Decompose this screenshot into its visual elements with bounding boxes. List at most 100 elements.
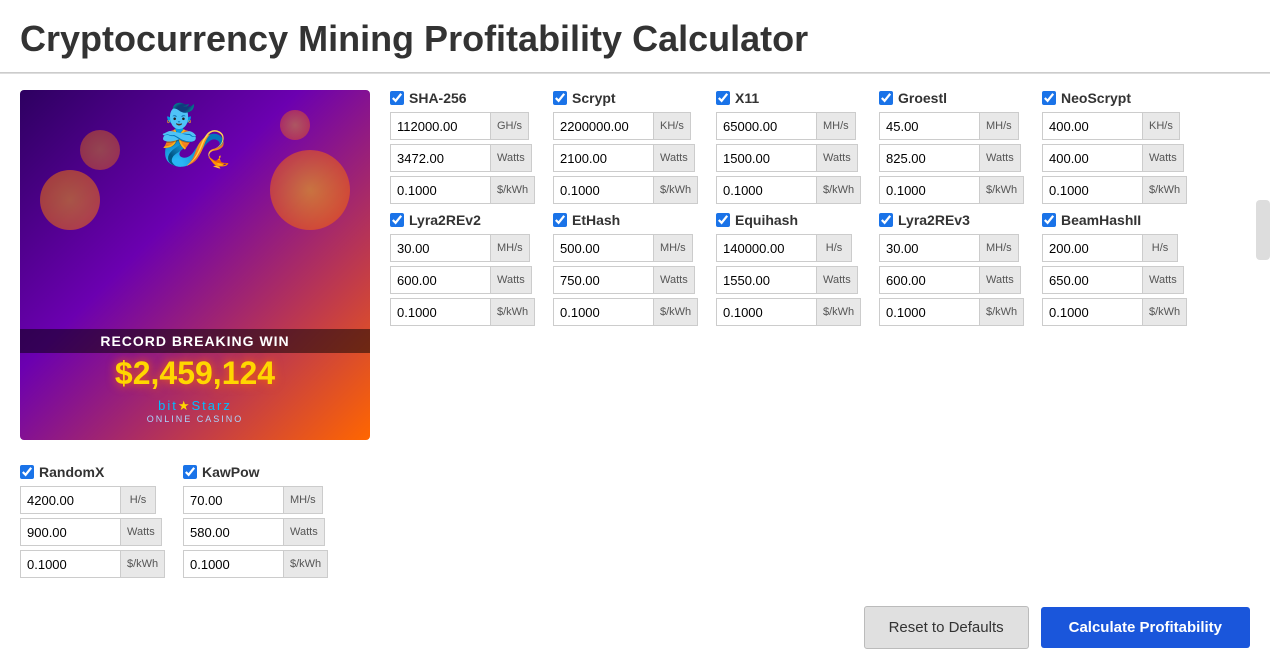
algo-checkbox-equihash[interactable]	[716, 213, 730, 227]
power-row-kawpow: Watts	[183, 518, 338, 546]
algo-checkbox-randomx[interactable]	[20, 465, 34, 479]
cost-input-neoscrypt[interactable]	[1042, 176, 1142, 204]
algo-name-sha256: SHA-256	[409, 90, 467, 106]
scrollbar[interactable]	[1256, 200, 1270, 260]
ad-banner[interactable]: 🧞 RECORD BREAKING WIN $2,459,124 bit★Sta…	[20, 90, 370, 440]
cost-input-randomx[interactable]	[20, 550, 120, 578]
cost-unit-groestl: $/kWh	[979, 176, 1024, 204]
algo-card-randomx: RandomXH/sWatts$/kWh	[20, 464, 175, 578]
cost-row-ethash: $/kWh	[553, 298, 708, 326]
ad-logo-suffix: Starz	[192, 398, 232, 413]
cost-input-sha256[interactable]	[390, 176, 490, 204]
hashrate-row-neoscrypt: KH/s	[1042, 112, 1197, 140]
cost-unit-ethash: $/kWh	[653, 298, 698, 326]
cost-input-equihash[interactable]	[716, 298, 816, 326]
cost-input-x11[interactable]	[716, 176, 816, 204]
cost-row-neoscrypt: $/kWh	[1042, 176, 1197, 204]
algo-header-randomx: RandomX	[20, 464, 175, 480]
algo-checkbox-sha256[interactable]	[390, 91, 404, 105]
power-input-sha256[interactable]	[390, 144, 490, 172]
power-row-ethash: Watts	[553, 266, 708, 294]
ad-logo-prefix: bit	[158, 398, 178, 413]
hashrate-unit-lyra2rev3: MH/s	[979, 234, 1019, 262]
calculate-button[interactable]: Calculate Profitability	[1041, 607, 1250, 648]
algo-name-scrypt: Scrypt	[572, 90, 616, 106]
hashrate-input-sha256[interactable]	[390, 112, 490, 140]
cost-input-beamhashii[interactable]	[1042, 298, 1142, 326]
algo-name-x11: X11	[735, 90, 759, 106]
power-input-equihash[interactable]	[716, 266, 816, 294]
algo-checkbox-scrypt[interactable]	[553, 91, 567, 105]
algo-header-x11: X11	[716, 90, 871, 106]
cost-input-kawpow[interactable]	[183, 550, 283, 578]
power-input-neoscrypt[interactable]	[1042, 144, 1142, 172]
cost-row-lyra2rev2: $/kWh	[390, 298, 545, 326]
ad-logo: bit★Starz	[158, 398, 232, 414]
algo-checkbox-beamhashii[interactable]	[1042, 213, 1056, 227]
power-unit-sha256: Watts	[490, 144, 532, 172]
algo-checkbox-x11[interactable]	[716, 91, 730, 105]
algo-name-beamhashii: BeamHashII	[1061, 212, 1141, 228]
power-row-scrypt: Watts	[553, 144, 708, 172]
hashrate-input-ethash[interactable]	[553, 234, 653, 262]
hashrate-input-randomx[interactable]	[20, 486, 120, 514]
cost-input-groestl[interactable]	[879, 176, 979, 204]
power-unit-kawpow: Watts	[283, 518, 325, 546]
algo-checkbox-groestl[interactable]	[879, 91, 893, 105]
power-row-sha256: Watts	[390, 144, 545, 172]
algorithms-grid: SHA-256 GH/s Watts $/kWh Scrypt KH/s Watts $/kW…	[390, 90, 1250, 578]
hashrate-input-scrypt[interactable]	[553, 112, 653, 140]
power-input-lyra2rev2[interactable]	[390, 266, 490, 294]
algo-checkbox-ethash[interactable]	[553, 213, 567, 227]
ad-amount: $2,459,124	[115, 353, 275, 394]
algo-name-lyra2rev3: Lyra2REv3	[898, 212, 970, 228]
algo-card-lyra2rev3: Lyra2REv3 MH/s Watts $/kWh	[879, 212, 1034, 326]
reset-button[interactable]: Reset to Defaults	[864, 606, 1029, 649]
cost-unit-equihash: $/kWh	[816, 298, 861, 326]
ad-logo-star: ★	[178, 398, 192, 413]
hashrate-input-kawpow[interactable]	[183, 486, 283, 514]
hashrate-unit-sha256: GH/s	[490, 112, 529, 140]
cost-input-lyra2rev2[interactable]	[390, 298, 490, 326]
hashrate-input-lyra2rev3[interactable]	[879, 234, 979, 262]
algo-header-lyra2rev3: Lyra2REv3	[879, 212, 1034, 228]
cost-unit-kawpow: $/kWh	[283, 550, 328, 578]
power-input-randomx[interactable]	[20, 518, 120, 546]
algo-row-2: Lyra2REv2MH/sWatts$/kWh EtHash MH/s Watts $/…	[390, 212, 1250, 326]
hashrate-row-randomx: H/s	[20, 486, 175, 514]
bottom-row: Reset to Defaults Calculate Profitabilit…	[0, 594, 1270, 665]
cost-input-scrypt[interactable]	[553, 176, 653, 204]
algo-name-ethash: EtHash	[572, 212, 620, 228]
power-input-kawpow[interactable]	[183, 518, 283, 546]
cost-row-x11: $/kWh	[716, 176, 871, 204]
algo-checkbox-lyra2rev2[interactable]	[390, 213, 404, 227]
power-input-x11[interactable]	[716, 144, 816, 172]
power-unit-beamhashii: Watts	[1142, 266, 1184, 294]
hashrate-input-neoscrypt[interactable]	[1042, 112, 1142, 140]
power-input-ethash[interactable]	[553, 266, 653, 294]
algo-card-equihash: EquihashH/sWatts$/kWh	[716, 212, 871, 326]
power-input-groestl[interactable]	[879, 144, 979, 172]
cost-row-kawpow: $/kWh	[183, 550, 338, 578]
cost-row-lyra2rev3: $/kWh	[879, 298, 1034, 326]
power-input-lyra2rev3[interactable]	[879, 266, 979, 294]
cost-input-lyra2rev3[interactable]	[879, 298, 979, 326]
power-row-neoscrypt: Watts	[1042, 144, 1197, 172]
power-unit-ethash: Watts	[653, 266, 695, 294]
power-unit-lyra2rev3: Watts	[979, 266, 1021, 294]
hashrate-input-x11[interactable]	[716, 112, 816, 140]
algo-card-lyra2rev2: Lyra2REv2MH/sWatts$/kWh	[390, 212, 545, 326]
algo-checkbox-neoscrypt[interactable]	[1042, 91, 1056, 105]
cost-unit-beamhashii: $/kWh	[1142, 298, 1187, 326]
algo-checkbox-kawpow[interactable]	[183, 465, 197, 479]
algo-checkbox-lyra2rev3[interactable]	[879, 213, 893, 227]
hashrate-input-equihash[interactable]	[716, 234, 816, 262]
algo-card-kawpow: KawPowMH/sWatts$/kWh	[183, 464, 338, 578]
power-input-scrypt[interactable]	[553, 144, 653, 172]
power-input-beamhashii[interactable]	[1042, 266, 1142, 294]
cost-input-ethash[interactable]	[553, 298, 653, 326]
hashrate-unit-equihash: H/s	[816, 234, 852, 262]
hashrate-input-beamhashii[interactable]	[1042, 234, 1142, 262]
hashrate-input-lyra2rev2[interactable]	[390, 234, 490, 262]
hashrate-input-groestl[interactable]	[879, 112, 979, 140]
